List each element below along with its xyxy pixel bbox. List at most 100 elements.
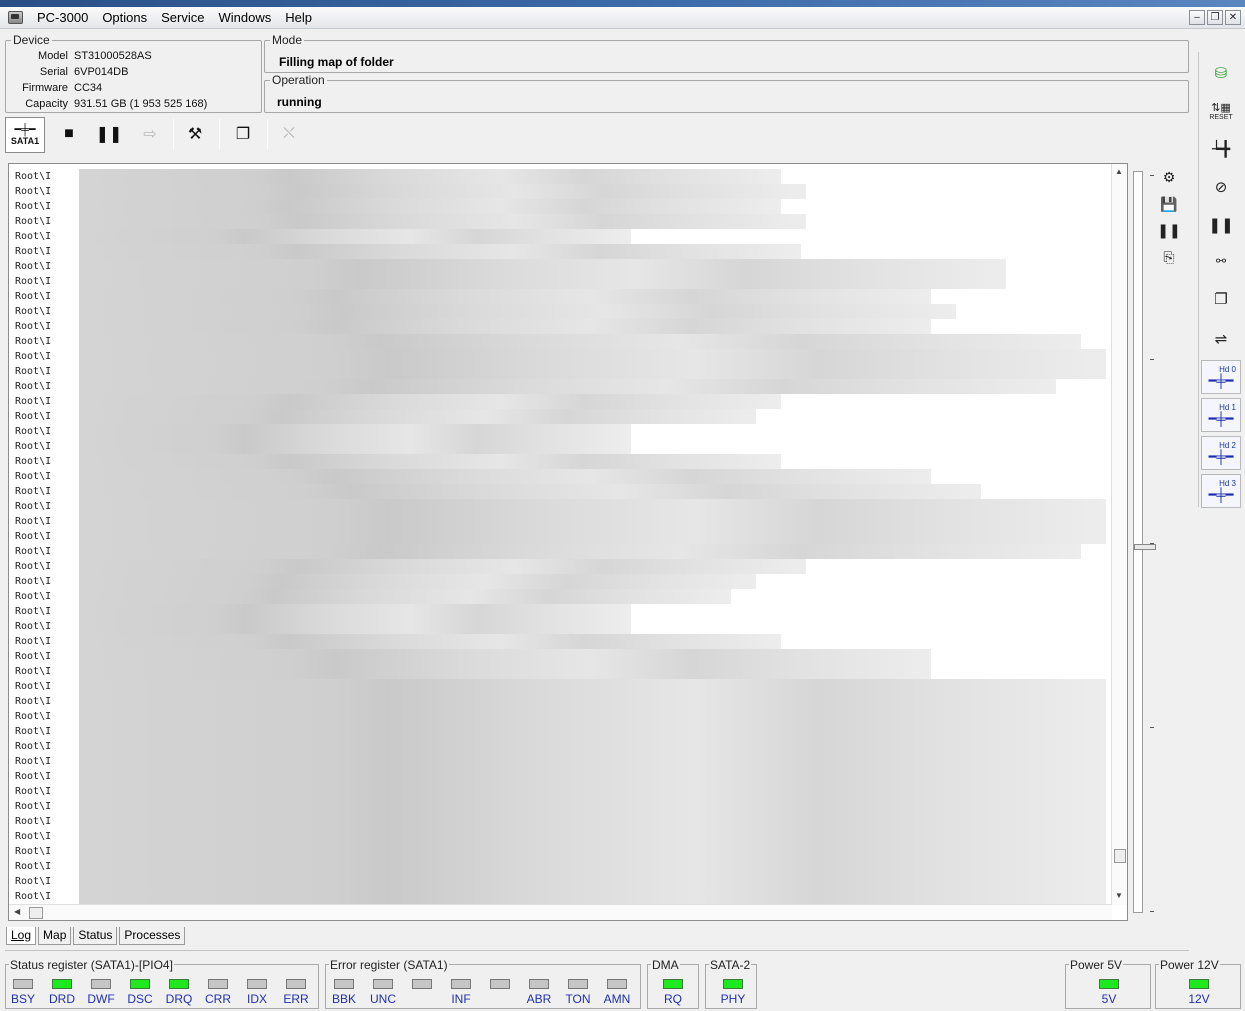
windows-button[interactable]: ❐ bbox=[227, 118, 259, 150]
log-slider-track[interactable] bbox=[1133, 171, 1156, 913]
connect-button[interactable]: ⇌ bbox=[1201, 322, 1241, 356]
log-row[interactable]: Root\I bbox=[9, 364, 1109, 379]
log-row[interactable]: Root\I bbox=[9, 604, 1109, 619]
log-row[interactable]: Root\I bbox=[9, 484, 1109, 499]
close-button[interactable]: ✕ bbox=[1225, 10, 1241, 25]
log-row[interactable]: Root\I bbox=[9, 499, 1109, 514]
zero-icon: ⊘ bbox=[1214, 179, 1228, 196]
power-button[interactable]: ┶╋ bbox=[1201, 132, 1241, 166]
export-log-icon[interactable]: ⎘ bbox=[1158, 247, 1180, 267]
tab-status[interactable]: Status bbox=[73, 927, 118, 945]
log-row[interactable]: Root\I bbox=[9, 214, 1109, 229]
log-row[interactable]: Root\I bbox=[9, 739, 1109, 754]
pause-log-icon[interactable]: ❚❚ bbox=[1157, 220, 1180, 240]
hd2-button[interactable]: Hd 2 ━╪━ bbox=[1201, 436, 1241, 470]
log-row[interactable]: Root\I bbox=[9, 559, 1109, 574]
log-row[interactable]: Root\I bbox=[9, 664, 1109, 679]
log-row[interactable]: Root\I bbox=[9, 379, 1109, 394]
log-row[interactable]: Root\I bbox=[9, 769, 1109, 784]
minimize-button[interactable]: – bbox=[1189, 10, 1205, 25]
log-row[interactable]: Root\I bbox=[9, 394, 1109, 409]
log-row[interactable]: Root\I bbox=[9, 289, 1109, 304]
menu-help[interactable]: Help bbox=[278, 10, 319, 26]
log-row[interactable]: Root\I bbox=[9, 244, 1109, 259]
log-row[interactable]: Root\I bbox=[9, 274, 1109, 289]
log-row[interactable]: Root\I bbox=[9, 709, 1109, 724]
log-row[interactable]: Root\I bbox=[9, 229, 1109, 244]
log-row[interactable]: Root\I bbox=[9, 724, 1109, 739]
exit-button[interactable]: ⛌ bbox=[273, 118, 305, 150]
pause-button[interactable]: ❚❚ bbox=[93, 118, 125, 150]
log-settings-icon[interactable]: ⚙ bbox=[1158, 167, 1180, 187]
log-row[interactable]: Root\I bbox=[9, 169, 1109, 184]
log-row[interactable]: Root\I bbox=[9, 454, 1109, 469]
log-row[interactable]: Root\I bbox=[9, 814, 1109, 829]
log-row[interactable]: Root\I bbox=[9, 439, 1109, 454]
log-slider-knob[interactable] bbox=[1134, 544, 1156, 550]
hscroll-thumb[interactable] bbox=[29, 907, 43, 919]
log-row[interactable]: Root\I bbox=[9, 859, 1109, 874]
log-row[interactable]: Root\I bbox=[9, 889, 1109, 904]
hd1-button[interactable]: Hd 1 ━╪━ bbox=[1201, 398, 1241, 432]
log-horizontal-scrollbar[interactable]: ◀ ▶ bbox=[9, 904, 1120, 920]
log-row[interactable]: Root\I bbox=[9, 304, 1109, 319]
app-title[interactable]: PC-3000 bbox=[30, 10, 95, 26]
hd0-button[interactable]: Hd 0 ━╪━ bbox=[1201, 360, 1241, 394]
scroll-thumb[interactable] bbox=[1114, 849, 1126, 863]
scroll-up-icon[interactable]: ▲ bbox=[1115, 167, 1123, 176]
menu-windows[interactable]: Windows bbox=[211, 10, 278, 26]
log-row[interactable]: Root\I bbox=[9, 844, 1109, 859]
log-vertical-scrollbar[interactable]: ▲ ▼ bbox=[1111, 164, 1127, 905]
log-row[interactable]: Root\I bbox=[9, 829, 1109, 844]
reset-button[interactable]: ⇅▦ RESET bbox=[1201, 94, 1241, 128]
heads-button[interactable]: ⚯ bbox=[1201, 244, 1241, 278]
error-led bbox=[568, 979, 588, 989]
log-row[interactable]: Root\I bbox=[9, 634, 1109, 649]
mode-value: Filling map of folder bbox=[279, 55, 394, 69]
log-panel[interactable]: Root\I Root\I Root\I Root\I Root\I Root\I Root… bbox=[8, 163, 1128, 921]
log-row[interactable]: Root\I bbox=[9, 874, 1109, 889]
scroll-left-icon[interactable]: ◀ bbox=[14, 907, 20, 916]
log-row[interactable]: Root\I bbox=[9, 649, 1109, 664]
log-row[interactable]: Root\I bbox=[9, 529, 1109, 544]
log-row[interactable]: Root\I bbox=[9, 319, 1109, 334]
log-row[interactable]: Root\I bbox=[9, 619, 1109, 634]
tab-processes[interactable]: Processes bbox=[119, 927, 186, 945]
slider-tick bbox=[1150, 359, 1154, 360]
restore-button[interactable]: ❐ bbox=[1207, 10, 1223, 25]
database-button[interactable]: ⛁ bbox=[1201, 56, 1241, 90]
save-log-icon[interactable]: 💾 bbox=[1158, 194, 1180, 214]
log-row[interactable]: Root\I bbox=[9, 589, 1109, 604]
log-row[interactable]: Root\I bbox=[9, 679, 1109, 694]
log-row[interactable]: Root\I bbox=[9, 694, 1109, 709]
log-row[interactable]: Root\I bbox=[9, 574, 1109, 589]
log-row[interactable]: Root\I bbox=[9, 349, 1109, 364]
log-row[interactable]: Root\I bbox=[9, 184, 1109, 199]
log-row[interactable]: Root\I bbox=[9, 199, 1109, 214]
scroll-right-icon[interactable]: ▶ bbox=[1097, 907, 1127, 921]
resume-button[interactable]: ⇨ bbox=[134, 118, 166, 150]
tab-log[interactable]: Log bbox=[6, 927, 37, 945]
log-row[interactable]: Root\I bbox=[9, 409, 1109, 424]
pause-all-button[interactable]: ❚❚ bbox=[1201, 208, 1241, 242]
app-icon[interactable] bbox=[8, 11, 23, 24]
log-row[interactable]: Root\I bbox=[9, 754, 1109, 769]
copy-button[interactable]: ❐ bbox=[1201, 282, 1241, 316]
scroll-down-icon[interactable]: ▼ bbox=[1115, 891, 1123, 900]
menu-options[interactable]: Options bbox=[95, 10, 154, 26]
zero-button[interactable]: ⊘ bbox=[1201, 170, 1241, 204]
log-row[interactable]: Root\I bbox=[9, 334, 1109, 349]
log-row[interactable]: Root\I bbox=[9, 799, 1109, 814]
hd3-button[interactable]: Hd 3 ━╪━ bbox=[1201, 474, 1241, 508]
log-row[interactable]: Root\I bbox=[9, 544, 1109, 559]
sata-port-button[interactable]: ━╪━ SATA1 bbox=[5, 117, 45, 153]
stop-button[interactable]: ■ bbox=[53, 118, 85, 150]
log-row[interactable]: Root\I bbox=[9, 784, 1109, 799]
menu-service[interactable]: Service bbox=[154, 10, 211, 26]
log-row[interactable]: Root\I bbox=[9, 469, 1109, 484]
log-row[interactable]: Root\I bbox=[9, 424, 1109, 439]
tab-map[interactable]: Map bbox=[38, 927, 72, 945]
tools-button[interactable]: ⚒ bbox=[179, 118, 211, 150]
log-row[interactable]: Root\I bbox=[9, 259, 1109, 274]
log-row[interactable]: Root\I bbox=[9, 514, 1109, 529]
